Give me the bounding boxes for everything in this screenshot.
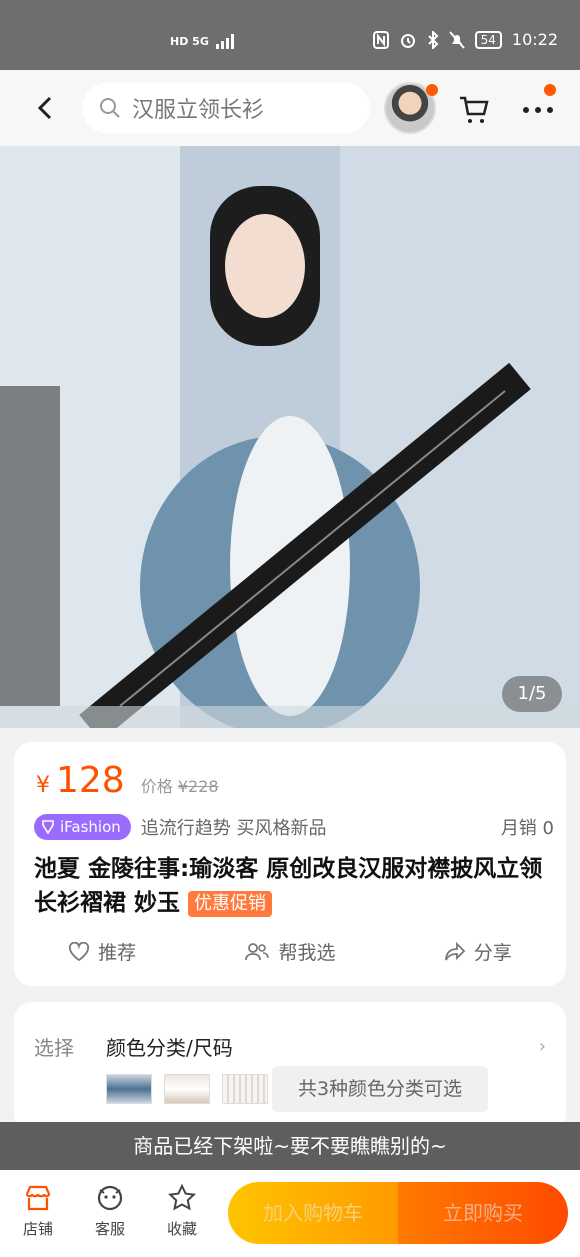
- offline-toast: 商品已经下架啦~要不要瞧瞧别的~: [0, 1122, 580, 1170]
- product-info-card: ¥ 128 价格 ¥228 iFashion 追流行趋势 买风格新品 月销 0 …: [14, 742, 566, 986]
- variant-thumb[interactable]: [222, 1074, 268, 1104]
- signal-icon: [215, 34, 234, 49]
- shop-button[interactable]: 店铺: [8, 1184, 68, 1239]
- variant-thumbnails: [106, 1074, 268, 1104]
- selection-label: 选择: [34, 1036, 74, 1060]
- original-price-value: ¥228: [177, 777, 219, 796]
- more-menu-button[interactable]: [520, 84, 556, 120]
- ifashion-label: iFashion: [60, 818, 121, 836]
- original-price-label: 价格: [140, 777, 173, 796]
- product-title: 池夏 金陵往事:瑜淡客 原创改良汉服对襟披风立领长衫褶裙 妙玉 优惠促销: [34, 852, 554, 920]
- monthly-sales: 月销 0: [500, 818, 554, 839]
- share-button[interactable]: 分享: [444, 938, 512, 965]
- notification-dot: [426, 84, 438, 96]
- bottom-action-bar: 店铺 客服 收藏 加入购物车 立即购买: [0, 1170, 580, 1257]
- clock: 10:22: [511, 30, 558, 49]
- variant-thumb[interactable]: [106, 1074, 152, 1104]
- search-input[interactable]: 汉服立领长衫: [82, 83, 370, 133]
- customer-service-button[interactable]: 客服: [80, 1184, 140, 1239]
- heart-icon: [69, 941, 90, 961]
- product-actions: 推荐 帮我选 分享: [14, 938, 566, 965]
- status-bar: HD 5G 54 10:22: [0, 0, 580, 70]
- buy-now-button[interactable]: 立即购买: [398, 1182, 568, 1244]
- nfc-icon: [372, 30, 389, 49]
- share-icon: [444, 941, 466, 960]
- search-query: 汉服立领长衫: [132, 98, 265, 123]
- image-counter: 1/5: [502, 676, 562, 712]
- alarm-icon: [400, 33, 415, 48]
- promo-badge[interactable]: 优惠促销: [188, 890, 273, 917]
- chat-face-icon: [97, 1185, 123, 1211]
- cart-icon[interactable]: [458, 94, 490, 126]
- sku-selection-card[interactable]: 选择 颜色分类/尺码 › 共3种颜色分类可选: [14, 1002, 566, 1132]
- purchase-buttons: 加入购物车 立即购买: [228, 1182, 568, 1244]
- bluetooth-icon: [427, 30, 439, 49]
- customer-service-label: 客服: [94, 1220, 125, 1238]
- ifashion-badge[interactable]: iFashion: [34, 814, 131, 840]
- chevron-right-icon: ›: [538, 1036, 546, 1057]
- star-icon: [168, 1184, 196, 1211]
- price-row: ¥ 128 价格 ¥228: [36, 760, 219, 801]
- search-icon: [100, 98, 120, 118]
- share-label: 分享: [473, 942, 512, 964]
- mute-icon: [448, 30, 465, 49]
- selection-value: 颜色分类/尺码: [106, 1036, 233, 1060]
- recommend-button[interactable]: 推荐: [68, 938, 136, 965]
- network-label: HD 5G: [170, 34, 209, 48]
- favorite-button[interactable]: 收藏: [152, 1184, 212, 1239]
- help-choose-label: 帮我选: [278, 942, 336, 964]
- more-dots-icon: [523, 107, 553, 113]
- battery-indicator: 54: [474, 30, 502, 49]
- people-icon: [245, 942, 270, 960]
- color-options-note[interactable]: 共3种颜色分类可选: [272, 1066, 488, 1112]
- favorite-label: 收藏: [166, 1220, 197, 1238]
- notification-dot: [544, 84, 556, 96]
- currency-symbol: ¥: [36, 773, 50, 798]
- original-price: 价格 ¥228: [141, 773, 219, 797]
- network-indicators: HD 5G: [170, 33, 237, 49]
- product-photo: [0, 146, 580, 728]
- recommend-label: 推荐: [98, 942, 137, 964]
- brand-slogan: 追流行趋势 买风格新品: [140, 818, 327, 839]
- ifashion-logo-icon: [42, 820, 54, 835]
- add-to-cart-button[interactable]: 加入购物车: [228, 1182, 398, 1244]
- help-choose-button[interactable]: 帮我选: [244, 938, 336, 965]
- shop-label: 店铺: [22, 1220, 53, 1238]
- current-price: 128: [56, 760, 125, 801]
- tag-row: iFashion 追流行趋势 买风格新品 月销 0: [34, 814, 554, 840]
- top-nav: 汉服立领长衫: [0, 70, 580, 146]
- avatar-button[interactable]: [384, 82, 438, 134]
- product-image-gallery[interactable]: 1/5: [0, 146, 580, 728]
- variant-thumb[interactable]: [164, 1074, 210, 1104]
- shop-icon: [25, 1185, 51, 1211]
- back-arrow-icon[interactable]: [30, 92, 62, 124]
- product-title-text: 池夏 金陵往事:瑜淡客 原创改良汉服对襟披风立领长衫褶裙 妙玉: [34, 856, 543, 916]
